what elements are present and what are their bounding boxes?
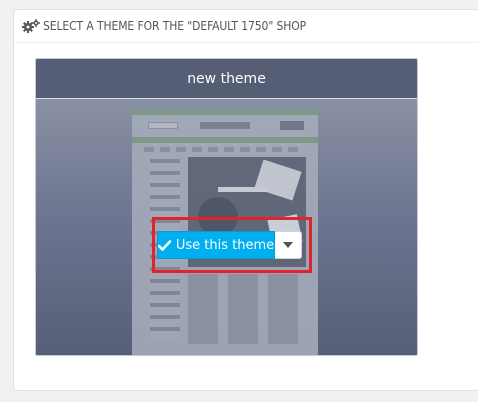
theme-action-group: Use this theme <box>157 231 302 259</box>
gears-icon <box>22 19 40 33</box>
use-theme-label: Use this theme <box>175 237 275 253</box>
panel-title: SELECT A THEME FOR THE "DEFAULT 1750" SH… <box>43 19 307 33</box>
theme-name: new theme <box>36 59 417 99</box>
caret-down-icon <box>283 242 293 248</box>
check-icon <box>157 239 172 251</box>
theme-options-dropdown[interactable] <box>275 231 302 259</box>
panel-heading: SELECT A THEME FOR THE "DEFAULT 1750" SH… <box>14 10 478 43</box>
theme-selection-panel: SELECT A THEME FOR THE "DEFAULT 1750" SH… <box>13 9 478 391</box>
theme-preview: Use this theme <box>36 99 417 355</box>
theme-card: new theme Use this theme <box>35 58 418 356</box>
use-theme-button[interactable]: Use this theme <box>157 231 275 259</box>
